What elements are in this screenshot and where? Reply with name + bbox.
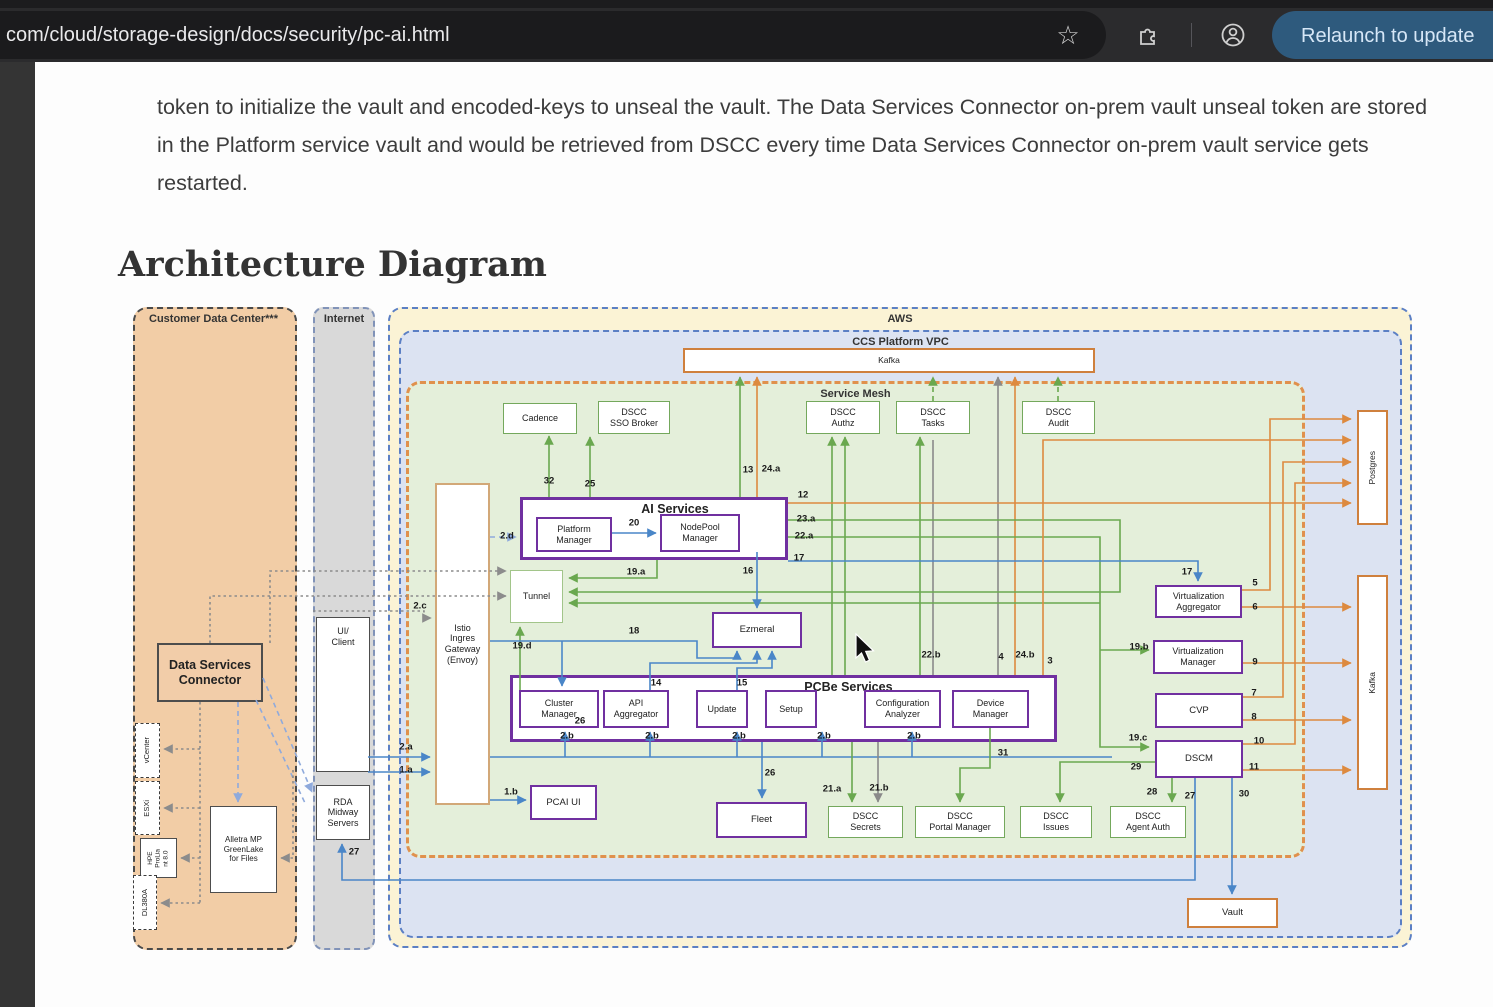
edge-label-32: 32 [544, 476, 555, 487]
connector [1243, 483, 1351, 744]
edge-label-6: 6 [1252, 602, 1257, 613]
edge-label-7: 7 [1251, 688, 1256, 699]
edge-label-11: 11 [1249, 762, 1259, 773]
connector [788, 537, 1149, 747]
edge-label-24.a: 24.a [762, 464, 781, 475]
edge-label-27: 27 [349, 847, 360, 858]
edge-label-18: 18 [629, 626, 640, 637]
connector [256, 700, 305, 803]
edge-label-24.b: 24.b [1015, 650, 1034, 661]
edge-label-26: 26 [765, 768, 776, 779]
connector [210, 596, 506, 643]
edge-label-2.b: 2.b [732, 731, 746, 742]
edge-label-2.b: 2.b [907, 731, 921, 742]
edge-label-27: 27 [1185, 791, 1196, 802]
connector-lines [0, 0, 1493, 1007]
edge-label-25: 25 [585, 479, 596, 490]
connector [313, 611, 431, 618]
connector [342, 778, 1195, 880]
edge-label-5: 5 [1252, 578, 1257, 589]
edge-label-23.a: 23.a [797, 514, 816, 525]
edge-label-17: 17 [1182, 567, 1193, 578]
edge-label-1.b: 1.b [504, 787, 518, 798]
connector [281, 770, 293, 858]
edge-label-19.d: 19.d [512, 641, 531, 652]
edge-label-2.d: 2.d [500, 531, 514, 542]
edge-label-2.b: 2.b [560, 731, 574, 742]
connector [270, 571, 506, 643]
edge-label-17: 17 [794, 553, 805, 564]
edge-label-9: 9 [1252, 657, 1257, 668]
edge-label-3: 3 [1047, 656, 1052, 667]
edge-label-16: 16 [743, 566, 754, 577]
connector [1043, 440, 1351, 675]
edge-label-1.a: 1.a [399, 765, 412, 776]
edge-label-8: 8 [1251, 712, 1256, 723]
architecture-diagram: Customer Data Center***InternetAWSCCS Pl… [0, 0, 1493, 1007]
edge-label-2.b: 2.b [817, 731, 831, 742]
edge-label-30: 30 [1239, 789, 1250, 800]
connector [1243, 462, 1351, 697]
connector [1242, 419, 1351, 590]
edge-label-29: 29 [1131, 762, 1142, 773]
edge-label-21.a: 21.a [823, 784, 842, 795]
edge-label-12: 12 [798, 490, 809, 501]
edge-label-21.b: 21.b [869, 783, 888, 794]
edge-label-10: 10 [1254, 736, 1265, 747]
edge-label-31: 31 [998, 748, 1009, 759]
edge-label-22.b: 22.b [921, 650, 940, 661]
edge-label-15: 15 [737, 678, 748, 689]
edge-label-28: 28 [1147, 787, 1158, 798]
connector [788, 561, 1198, 581]
edge-label-19.c: 19.c [1129, 733, 1148, 744]
edge-label-2.a: 2.a [399, 742, 412, 753]
edge-label-20: 20 [629, 518, 640, 529]
edge-label-19.b: 19.b [1129, 642, 1148, 653]
edge-label-4: 4 [998, 652, 1003, 663]
edge-label-22.a: 22.a [795, 531, 814, 542]
edge-label-26: 26 [575, 716, 586, 727]
connector [960, 728, 990, 802]
connector [263, 678, 312, 792]
mouse-cursor [856, 634, 874, 662]
edge-label-19.a: 19.a [627, 567, 646, 578]
edge-label-13: 13 [743, 465, 754, 476]
edge-label-2.c: 2.c [413, 601, 426, 612]
edge-label-2.b: 2.b [645, 731, 659, 742]
edge-label-14: 14 [651, 678, 662, 689]
